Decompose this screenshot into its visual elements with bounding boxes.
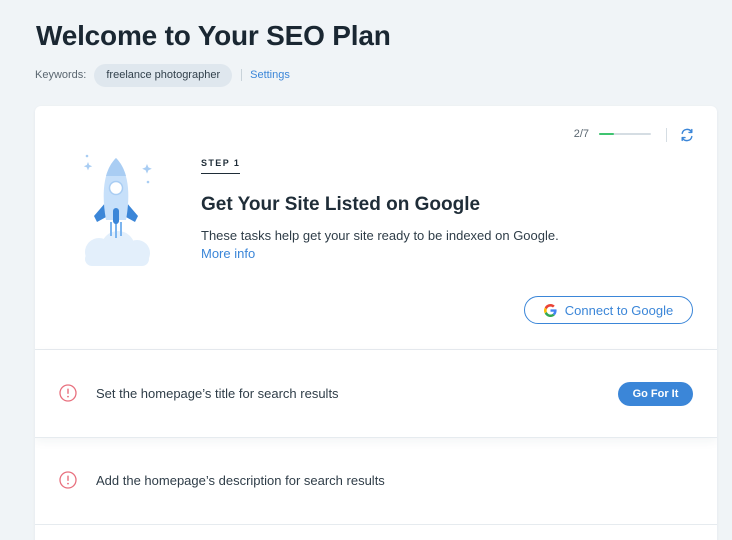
progress-divider — [666, 128, 667, 142]
section-divider — [35, 524, 717, 525]
connect-to-google-button[interactable]: Connect to Google — [524, 296, 693, 324]
keywords-divider — [241, 69, 243, 81]
refresh-icon[interactable] — [679, 127, 695, 143]
page-title: Welcome to Your SEO Plan — [36, 20, 391, 51]
progress-indicator: 2/7 — [574, 128, 651, 140]
connect-to-google-label: Connect to Google — [564, 302, 674, 318]
task-text: Set the homepage’s title for search resu… — [96, 386, 339, 401]
alert-circle-icon — [59, 471, 77, 489]
keyword-chip[interactable]: freelance photographer — [94, 63, 233, 87]
step-label: STEP 1 — [201, 158, 241, 174]
keywords-row: Keywords: freelance photographer Setting… — [35, 63, 290, 87]
alert-circle-icon — [59, 384, 77, 402]
step-description: These tasks help get your site ready to … — [201, 228, 559, 243]
seo-step-card: 2/7 STEP 1 Get Your Site Listed on Googl… — [35, 106, 717, 540]
task-text: Add the homepage’s description for searc… — [96, 473, 385, 488]
progress-bar — [599, 133, 651, 135]
go-for-it-button[interactable]: Go For It — [618, 382, 693, 406]
google-icon — [543, 303, 557, 317]
progress-text: 2/7 — [573, 128, 589, 140]
settings-link[interactable]: Settings — [250, 69, 290, 81]
progress-bar-fill — [599, 133, 614, 135]
task-row: Set the homepage’s title for search resu… — [35, 350, 717, 437]
more-info-link[interactable]: More info — [201, 246, 255, 261]
keywords-label: Keywords: — [35, 69, 87, 81]
step-title: Get Your Site Listed on Google — [201, 194, 481, 215]
rocket-illustration — [83, 154, 152, 266]
task-row: Add the homepage’s description for searc… — [35, 437, 717, 524]
